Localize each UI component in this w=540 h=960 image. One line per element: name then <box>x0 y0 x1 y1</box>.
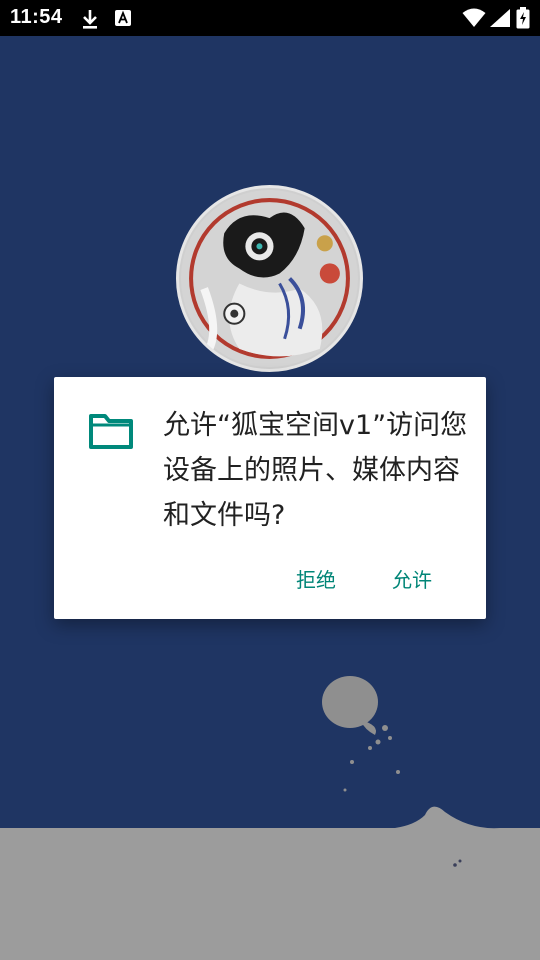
dialog-message: 允许“狐宝空间v1”访问您设备上的照片、媒体内容和文件吗? <box>163 410 468 531</box>
a-icon <box>115 10 131 26</box>
signal-icon <box>489 8 511 28</box>
battery-icon <box>516 7 530 29</box>
status-bar: 11:54 <box>0 0 540 36</box>
deny-button[interactable]: 拒绝 <box>290 560 342 597</box>
wifi-icon <box>462 8 486 28</box>
folder-icon <box>88 412 134 450</box>
allow-button[interactable]: 允许 <box>386 560 438 597</box>
avatar-illustration <box>181 190 358 367</box>
permission-dialog: 允许“狐宝空间v1”访问您设备上的照片、媒体内容和文件吗? 拒绝 允许 <box>54 377 486 619</box>
ground-wave <box>0 676 540 960</box>
status-time: 11:54 <box>10 6 63 28</box>
avatar <box>176 185 363 372</box>
download-icon <box>80 8 100 30</box>
